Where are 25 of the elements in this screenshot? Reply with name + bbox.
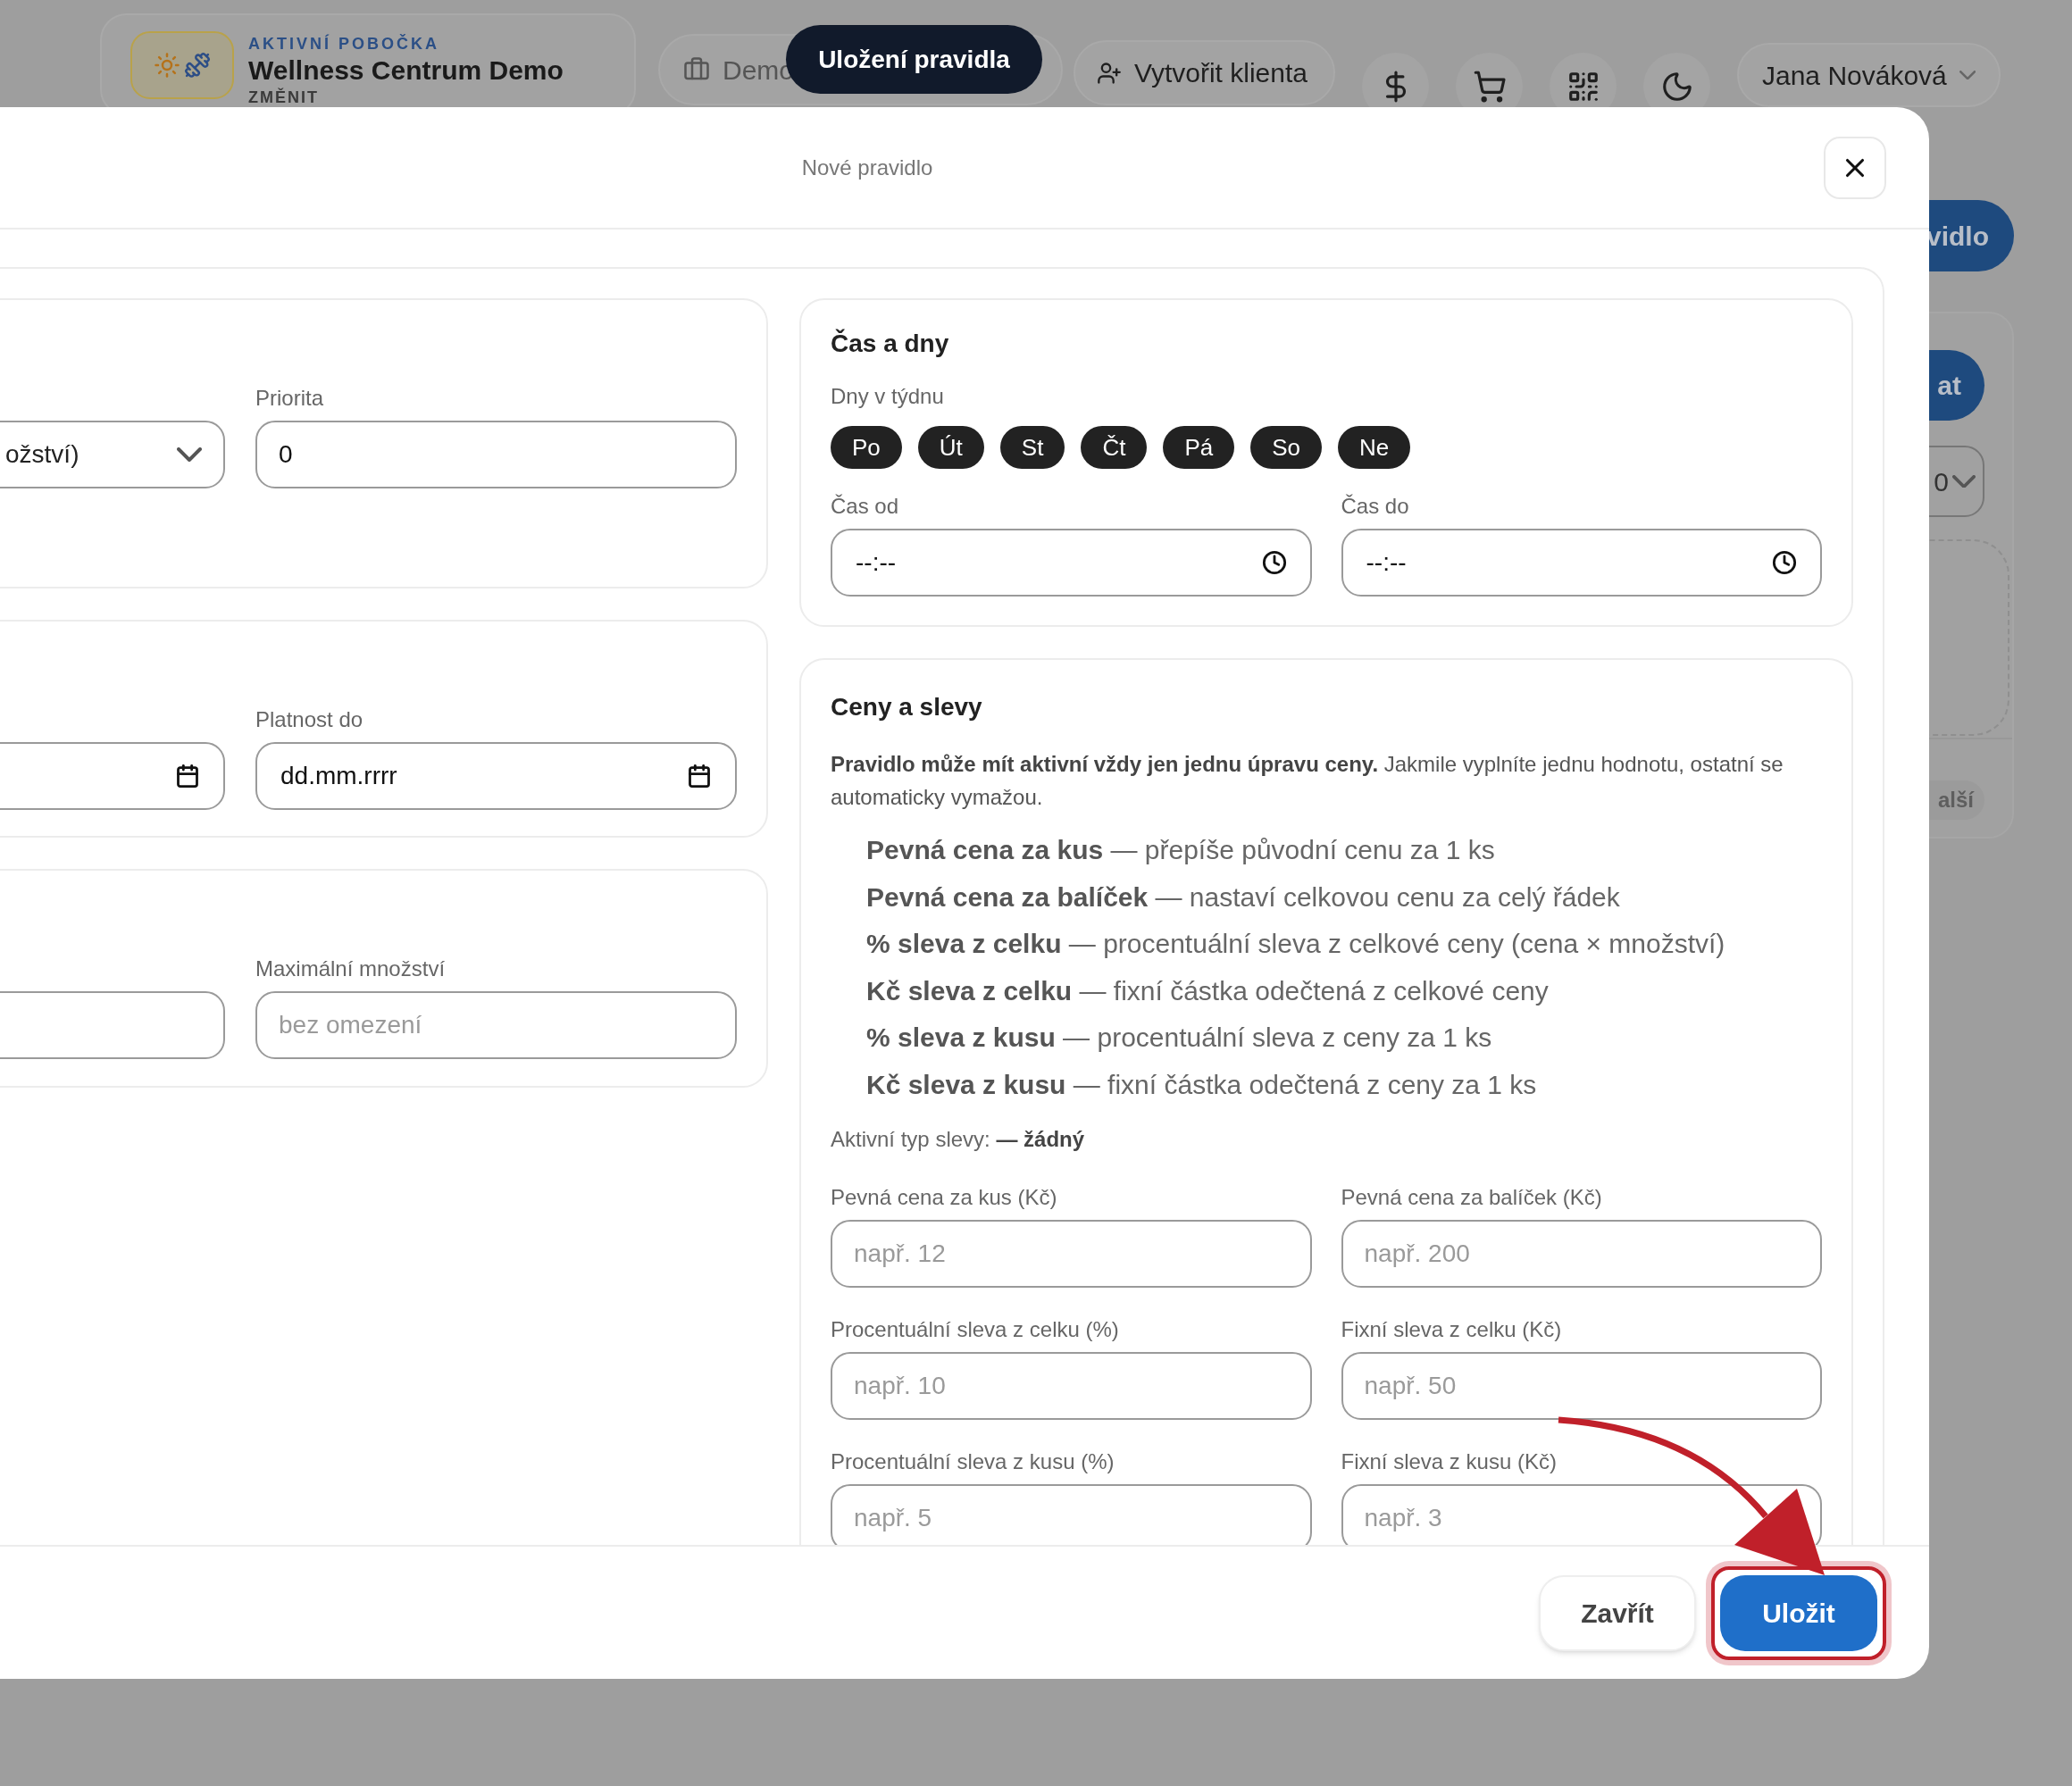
field-label: Maximální množství (255, 956, 446, 981)
field-label: Fixní sleva z celku (Kč) (1341, 1317, 1562, 1341)
discount-description: Kč sleva z celku — fixní částka odečtená z celkové ceny (866, 974, 1550, 1007)
discount-description: Pevná cena za kus — přepíše původní cenu za 1 ks (866, 834, 1496, 866)
field-label: Platnost do (255, 707, 363, 731)
field-label: Pevná cena za kus (Kč) (831, 1185, 1057, 1209)
section-title: Čas a dny (831, 330, 950, 358)
field-label: Procentuální sleva z kusu (%) (831, 1449, 1115, 1473)
field-label: Fixní sleva z kusu (Kč) (1341, 1449, 1557, 1473)
discount-description: Kč sleva z kusu — fixní částka odečtená z ceny za 1 ks (866, 1068, 1538, 1101)
field-label: Dny v týdnu (831, 383, 945, 410)
dialog-title: Nové pravidlo (801, 154, 933, 181)
field-label: Čas do (1341, 494, 1409, 518)
branch-name: Wellness Centrum Demo (248, 54, 564, 87)
discount-description: % sleva z celku — procentuální sleva z celkové ceny (cena × množství) (866, 928, 1726, 960)
section-title: Ceny a slevy (831, 693, 983, 722)
field-label: Pevná cena za balíček (Kč) (1341, 1185, 1602, 1209)
field-label: Procentuální sleva z celku (%) (831, 1317, 1119, 1341)
discount-description: Pevná cena za balíček — nastaví celkovou cenu za celý řádek (866, 880, 1621, 914)
active-type-text: Aktivní typ slevy: — žádný (831, 1126, 1086, 1153)
info-text: Pravidlo může mít aktivní vždy jen jednu úpravu ceny. Jakmile vyplníte jednu hodnotu, ostatní se automaticky vymažou. (831, 751, 1784, 811)
branch-caption: AKTIVNÍ POBOČKA (248, 33, 440, 54)
field-label: Čas od (831, 494, 899, 518)
field-label: Priorita (255, 386, 324, 410)
discount-description: % sleva z kusu — procentuální sleva z ceny za 1 ks (866, 1022, 1493, 1054)
